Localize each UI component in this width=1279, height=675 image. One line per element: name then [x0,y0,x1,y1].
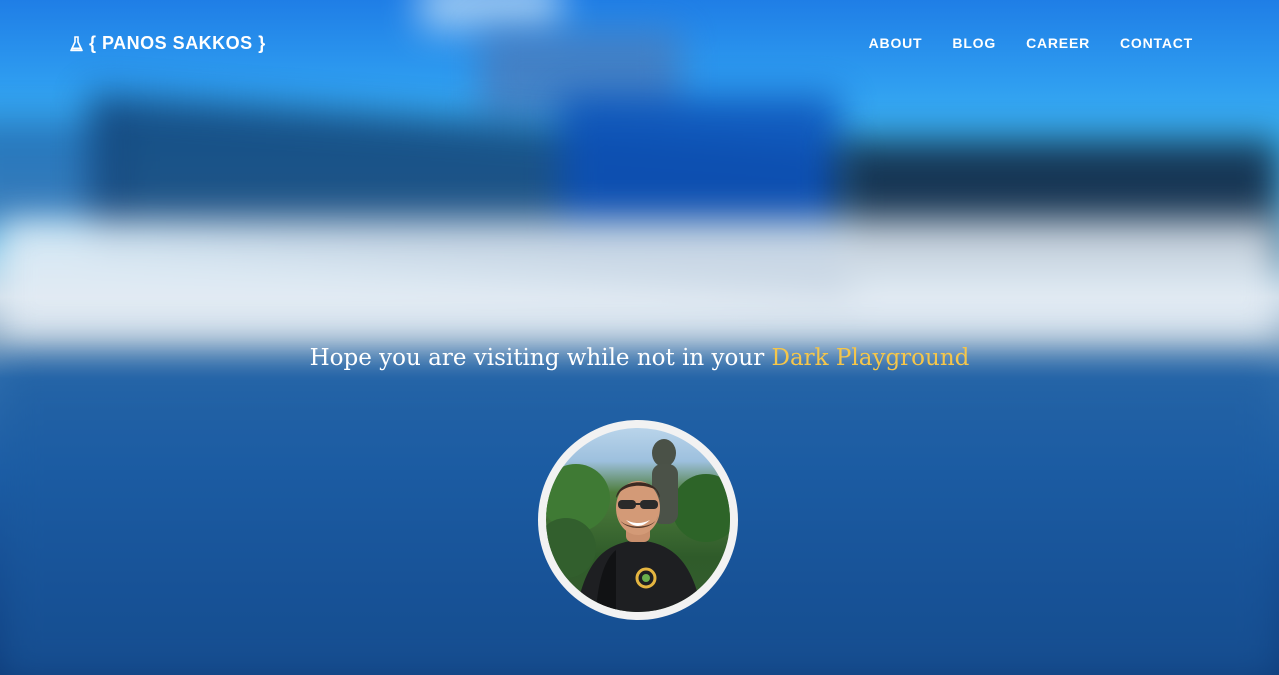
nav-item-contact[interactable]: CONTACT [1120,35,1193,51]
main-menu: ABOUT BLOG CAREER CONTACT [869,35,1193,51]
hero-tagline: Hope you are visiting while not in your … [0,345,1279,371]
background-building-glass [560,95,840,235]
nav-item-career[interactable]: CAREER [1026,35,1090,51]
site-logo-text: { PANOS SAKKOS } [89,33,266,53]
tagline-accent: Dark Playground [771,345,970,371]
profile-photo [546,428,730,612]
flask-icon [70,35,83,52]
nav-item-blog[interactable]: BLOG [952,35,996,51]
tagline-text: Hope you are visiting while not in your [309,345,772,371]
background-building-roof [0,220,1279,340]
profile-avatar [538,420,738,620]
site-logo[interactable]: { PANOS SAKKOS } [70,33,266,54]
top-navigation: { PANOS SAKKOS } ABOUT BLOG CAREER CONTA… [0,0,1279,88]
nav-item-about[interactable]: ABOUT [869,35,923,51]
